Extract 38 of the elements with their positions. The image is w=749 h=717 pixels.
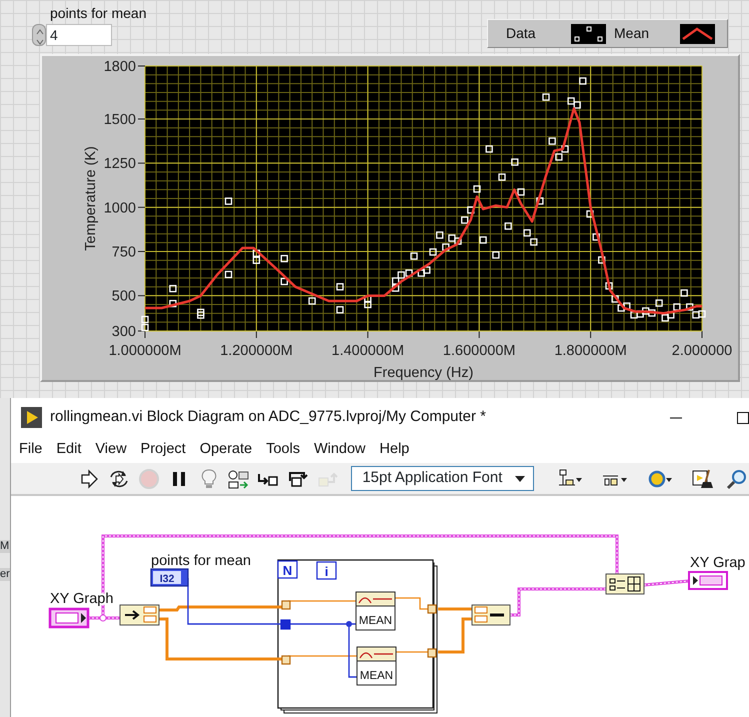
terminal-label: points for mean [151, 553, 251, 569]
tick-label: 1000 [104, 200, 136, 216]
menu-item[interactable]: File [13, 439, 50, 461]
menu-item[interactable]: Project [134, 439, 194, 461]
axis-title: Frequency (Hz) [374, 365, 474, 380]
tick-label: 2.000000 [672, 343, 732, 359]
legend-label: Data [506, 24, 537, 43]
tick-label: 1.600000M [442, 343, 516, 359]
tick-label: 300 [112, 324, 136, 340]
loop-index-label: i [324, 564, 328, 579]
tick-label: 1.800000M [554, 343, 627, 359]
control-label: points for mean [50, 4, 146, 23]
tick-label: 750 [112, 244, 136, 260]
tick-label: 1.400000M [332, 343, 404, 359]
legend-label: Mean [614, 24, 650, 43]
axis-title: Temperature (K) [83, 146, 99, 251]
tick-label: 1.200000M [220, 343, 293, 359]
loop-count-label: N [282, 563, 292, 578]
font-dropdown[interactable]: 15pt Application Font [351, 466, 534, 491]
menu-item[interactable]: Window [308, 439, 374, 461]
mean-node[interactable]: MEAN [356, 592, 396, 630]
window-title: rollingmean.vi Block Diagram on ADC_9775.lvproj/My Computer * [50, 407, 486, 428]
menu-item[interactable]: Tools [260, 439, 308, 461]
tick-label: 1500 [104, 112, 136, 128]
tick-label: 1250 [104, 156, 136, 172]
text-fragment: er [0, 568, 10, 581]
menu-item[interactable]: Operate [194, 439, 260, 461]
tick-label: 500 [112, 288, 136, 305]
menu-item[interactable]: View [89, 439, 135, 461]
tick-label: 1.000000M [108, 343, 182, 359]
mean-node[interactable]: MEAN [356, 646, 396, 686]
tick-label: 1800 [104, 59, 136, 75]
menu-item[interactable]: Help [374, 439, 418, 461]
terminal-label: XY Grap [690, 555, 746, 571]
numeric-field[interactable]: 4 [46, 24, 112, 46]
terminal-type-label: I32 [160, 573, 174, 585]
text-fragment: M [0, 540, 10, 553]
menu-item[interactable]: Edit [50, 439, 90, 461]
